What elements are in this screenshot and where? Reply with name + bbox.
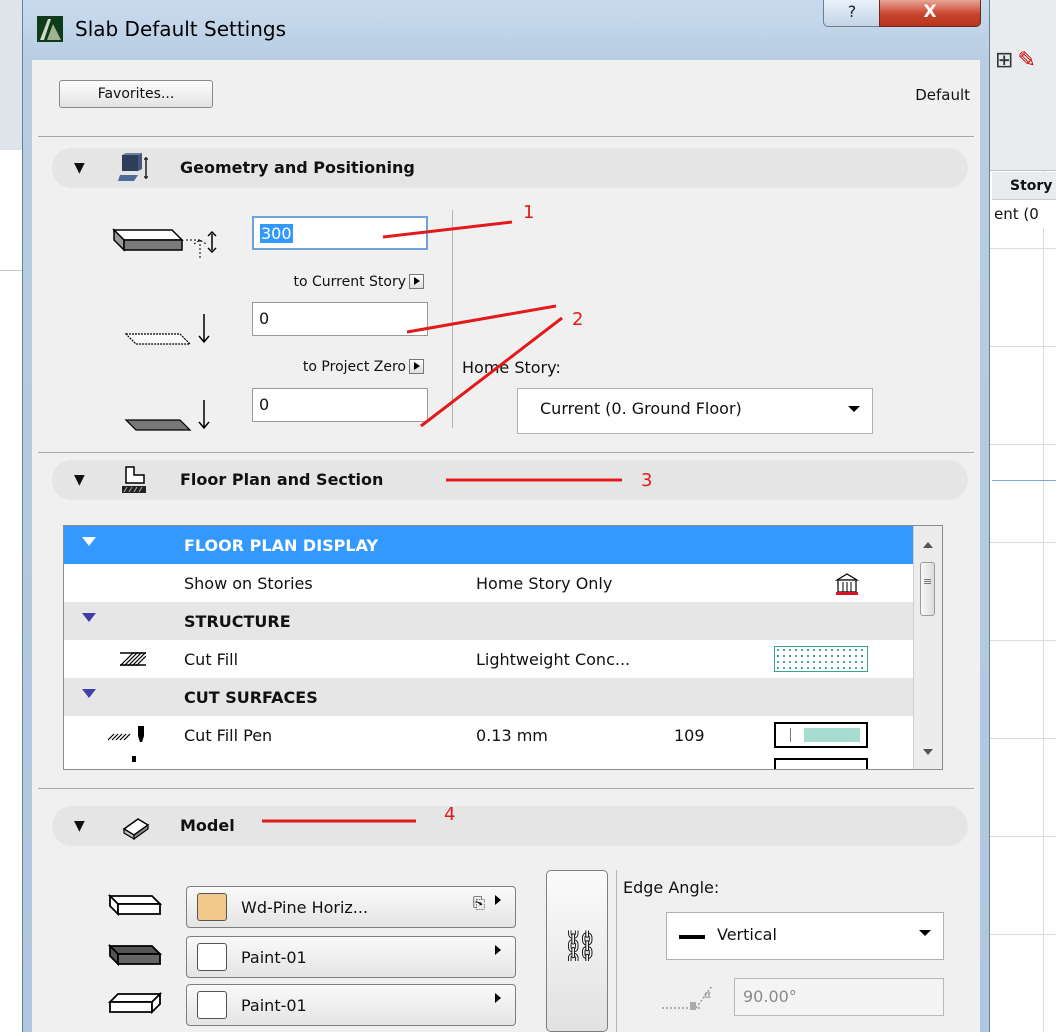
geometry-positioning-icon (118, 153, 148, 181)
background-strip-left (0, 150, 22, 271)
home-story-label: Home Story: (462, 358, 561, 377)
home-story-select[interactable]: Current (0. Ground Floor) (517, 388, 873, 434)
pen-color-swatch[interactable] (774, 722, 868, 748)
material-swatch (197, 893, 227, 921)
separator (38, 452, 974, 453)
help-button[interactable]: ? (823, 0, 881, 27)
annotation-number: 2 (572, 309, 584, 330)
annotation-number: 3 (641, 470, 653, 491)
floorplan-panel-header[interactable]: ▼ Floor Plan and Section (52, 460, 968, 500)
expand-triangle-icon (82, 537, 96, 546)
pen-hatch-icon (108, 726, 144, 742)
collapse-triangle-icon[interactable]: ▼ (74, 472, 85, 488)
model-icon (122, 818, 150, 841)
top-offset-icon (124, 314, 210, 345)
background-rule (992, 480, 1056, 481)
list-row-partial (64, 754, 914, 769)
bottom-material-picker[interactable]: Paint-01 (186, 984, 516, 1026)
collapse-triangle-icon[interactable]: ▼ (74, 160, 85, 176)
background-story-header: Story (992, 172, 1056, 200)
chevron-right-icon (495, 945, 501, 955)
material-link-button[interactable]: ⛓ (546, 870, 608, 1032)
side-material-picker[interactable]: Paint-01 (186, 936, 516, 978)
scroll-down-icon (923, 749, 933, 755)
archicad-logo-icon (37, 16, 63, 42)
title-bar[interactable]: Slab Default Settings ? X (23, 0, 989, 60)
bottom-surface-icon (107, 991, 163, 1015)
chevron-right-icon (495, 895, 501, 905)
list-group-structure[interactable]: STRUCTURE (64, 602, 914, 640)
background-toolbar-icons[interactable]: ⊞✎ (995, 48, 1040, 73)
hatch-fill-icon (120, 652, 146, 666)
chevron-down-icon (848, 406, 860, 412)
slab-thickness-icon (112, 228, 217, 258)
top-material-picker[interactable]: Wd-Pine Horiz... ⎘ (186, 886, 516, 928)
bottom-offset-icon (124, 400, 210, 431)
vertical-edge-icon (679, 935, 705, 939)
dialog-body: Favorites... Default ▼ Geometry and Posi… (32, 60, 980, 1032)
list-row-show-on-stories[interactable]: Show on Stories Home Story Only (64, 564, 914, 602)
edge-angle-input[interactable]: 90.00° (734, 978, 944, 1016)
offset-to-story-input[interactable]: 0 (252, 302, 428, 336)
chevron-down-icon (919, 930, 931, 936)
separator (38, 788, 974, 789)
stories-icon (834, 573, 860, 595)
edge-angle-select[interactable]: Vertical (666, 912, 944, 960)
svg-text:α: α (704, 988, 711, 1001)
favorites-status: Default (915, 86, 970, 104)
fill-swatch[interactable] (774, 646, 868, 672)
offset-to-project-zero-input[interactable]: 0 (252, 388, 428, 422)
material-swatch (197, 943, 227, 971)
floor-plan-settings-list[interactable]: FLOOR PLAN DISPLAY Show on Stories Home … (63, 525, 943, 770)
list-group-cut-surfaces[interactable]: CUT SURFACES (64, 678, 914, 716)
chain-link-icon: ⛓ (561, 929, 600, 964)
to-current-story-label[interactable]: to Current Story (232, 273, 424, 290)
list-row-cut-fill-pen[interactable]: Cut Fill Pen 0.13 mm 109 (64, 716, 914, 754)
dialog-title: Slab Default Settings (75, 17, 287, 41)
list-group-floor-plan-display[interactable]: FLOOR PLAN DISPLAY (64, 526, 914, 564)
geometry-panel-header[interactable]: ▼ Geometry and Positioning (52, 148, 968, 188)
separator (38, 136, 974, 137)
vertical-divider (616, 870, 617, 1032)
close-button[interactable]: X (879, 0, 981, 27)
side-surface-icon (107, 943, 163, 967)
layout-icon: ⊞ (995, 48, 1018, 73)
floorplan-panel-title: Floor Plan and Section (180, 470, 384, 489)
chevron-right-icon (495, 993, 501, 1003)
to-project-zero-label[interactable]: to Project Zero (232, 358, 424, 375)
model-panel-title: Model (180, 816, 235, 835)
annotation-number: 4 (444, 804, 456, 825)
expand-triangle-icon (82, 613, 96, 622)
annotation-number: 1 (523, 202, 535, 223)
material-swatch (197, 991, 227, 1019)
reference-arrow-icon (409, 273, 424, 289)
vertical-divider (452, 210, 453, 428)
model-panel-header[interactable]: ▼ Model (52, 806, 968, 846)
edge-angle-label: Edge Angle: (623, 878, 720, 897)
library-icon: ⎘ (472, 894, 485, 912)
list-scrollbar[interactable] (913, 526, 942, 769)
expand-triangle-icon (82, 689, 96, 698)
reference-arrow-icon (409, 358, 424, 374)
favorites-button[interactable]: Favorites... (59, 80, 213, 108)
background-toolbar-right (990, 0, 1056, 171)
angle-icon: α (662, 985, 713, 1010)
floor-plan-section-icon (122, 466, 146, 493)
slab-thickness-input[interactable]: 300 (252, 216, 428, 250)
scroll-thumb (920, 562, 935, 616)
background-story-cell: ent (0 (992, 200, 1056, 228)
scroll-up-icon (923, 542, 933, 548)
top-surface-icon (107, 893, 163, 917)
pen-icon: ✎ (1017, 48, 1040, 73)
collapse-triangle-icon[interactable]: ▼ (74, 818, 85, 834)
geometry-panel-title: Geometry and Positioning (180, 158, 415, 177)
slab-settings-dialog: Slab Default Settings ? X Favorites... D… (22, 0, 990, 1032)
list-row-cut-fill[interactable]: Cut Fill Lightweight Conc... (64, 640, 914, 678)
background-toolbar-left (0, 0, 22, 150)
